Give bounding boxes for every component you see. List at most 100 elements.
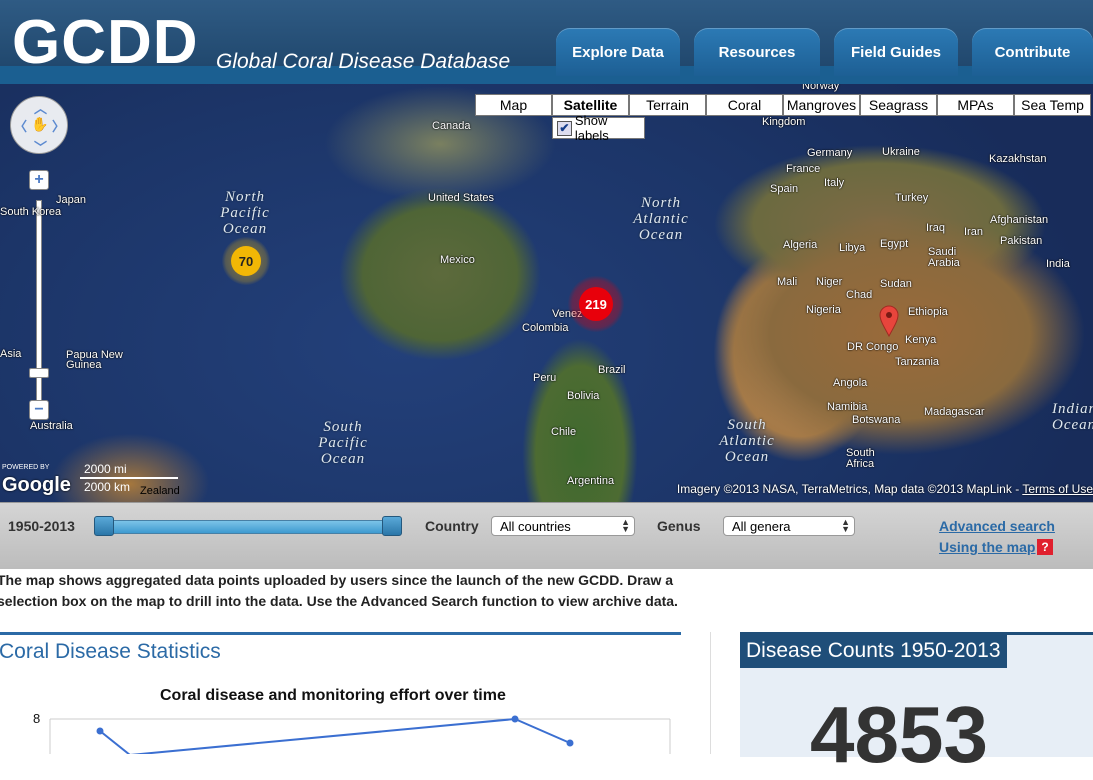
- place-label: DR Congo: [847, 341, 899, 353]
- place-label: Brazil: [598, 364, 626, 376]
- pan-down-icon[interactable]: ﹀: [34, 137, 47, 156]
- attribution-text: Imagery ©2013 NASA, TerraMetrics, Map da…: [676, 482, 1023, 496]
- place-label: Canada: [432, 120, 471, 132]
- map-view[interactable]: Map Satellite Terrain Coral Mangroves Se…: [0, 84, 1093, 502]
- place-label: Colombia: [522, 322, 569, 334]
- place-label: Australia: [30, 420, 73, 432]
- terms-of-use-link[interactable]: Terms of Use: [1022, 482, 1093, 496]
- place-label: Spain: [770, 183, 799, 195]
- place-label: Kingdom: [762, 116, 806, 128]
- place-label: Italy: [824, 177, 845, 189]
- place-label: Ukraine: [882, 146, 920, 158]
- place-label: Japan: [56, 194, 86, 206]
- site-logo[interactable]: GCDD: [12, 8, 199, 78]
- zoom-slider-rail[interactable]: [36, 200, 42, 410]
- using-the-map-link[interactable]: Using the map: [939, 539, 1035, 555]
- pan-left-icon[interactable]: 〈: [14, 116, 27, 135]
- nav-explore-data[interactable]: Explore Data: [556, 28, 680, 76]
- scale-bar: [80, 477, 178, 479]
- map-scale: 2000 mi 2000 km: [80, 462, 178, 496]
- map-cluster-marker[interactable]: 70: [231, 246, 261, 276]
- date-range-slider[interactable]: [96, 520, 402, 534]
- map-tab-coral[interactable]: Coral: [706, 94, 783, 116]
- place-label: Asia: [0, 348, 22, 360]
- scale-miles: 2000 mi: [84, 462, 127, 476]
- data-point[interactable]: [566, 739, 574, 747]
- map-tab-mpas[interactable]: MPAs: [937, 94, 1014, 116]
- nav-field-guides[interactable]: Field Guides: [834, 28, 958, 76]
- pan-up-icon[interactable]: ︿: [34, 98, 47, 117]
- google-logo[interactable]: Google: [2, 474, 71, 497]
- place-label: South Korea: [0, 206, 62, 218]
- place-label: Mali: [777, 276, 798, 288]
- place-label: Ethiopia: [908, 306, 948, 318]
- place-label: South Africa: [846, 447, 875, 470]
- genus-select[interactable]: All genera ▲ ▼: [723, 516, 855, 536]
- site-tagline: Global Coral Disease Database: [216, 50, 511, 73]
- place-label: Namibia: [827, 401, 868, 413]
- nav-contribute[interactable]: Contribute: [972, 28, 1093, 76]
- nav-resources[interactable]: Resources: [694, 28, 820, 76]
- advanced-search-link[interactable]: Advanced search: [939, 518, 1055, 534]
- place-label: Libya: [839, 242, 866, 254]
- date-range-label: 1950-2013: [8, 518, 75, 534]
- place-label: Niger: [816, 276, 843, 288]
- map-tab-seagrass[interactable]: Seagrass: [860, 94, 937, 116]
- map-tab-mangroves[interactable]: Mangroves: [783, 94, 860, 116]
- y-tick-label: 8: [33, 711, 40, 726]
- place-label: Iraq: [926, 222, 945, 234]
- country-select[interactable]: All countries ▲ ▼: [491, 516, 635, 536]
- place-label: Turkey: [895, 192, 929, 204]
- place-label: Germany: [807, 147, 853, 159]
- zoom-out-button[interactable]: −: [29, 400, 49, 420]
- place-label: Chad: [846, 289, 873, 301]
- show-labels-toggle[interactable]: ✔ Show labels: [552, 113, 645, 143]
- country-label: Country: [425, 518, 479, 534]
- hand-icon: ✋: [31, 116, 49, 132]
- place-label: Argentina: [567, 475, 615, 487]
- map-tab-sea-temp[interactable]: Sea Temp: [1014, 94, 1091, 116]
- place-label: Afghanistan: [990, 214, 1049, 226]
- checkbox-checked-icon[interactable]: ✔: [557, 120, 572, 136]
- date-range-end-handle[interactable]: [382, 516, 402, 536]
- map-attribution: Imagery ©2013 NASA, TerraMetrics, Map da…: [677, 482, 1093, 496]
- map-pin-icon[interactable]: [879, 305, 899, 337]
- site-header: GCDD Global Coral Disease Database Explo…: [0, 0, 1093, 84]
- data-point[interactable]: [96, 727, 104, 735]
- genus-select-value: All genera: [732, 518, 791, 534]
- place-label: Kazakhstan: [989, 153, 1047, 165]
- place-label: Nigeria: [806, 304, 841, 316]
- column-divider: [710, 632, 711, 754]
- map-tab-map[interactable]: Map: [475, 94, 552, 116]
- date-range-start-handle[interactable]: [94, 516, 114, 536]
- place-label: Sudan: [880, 278, 912, 290]
- place-label: Chile: [551, 426, 577, 438]
- zoom-in-button[interactable]: +: [29, 170, 49, 190]
- statistics-heading: Coral Disease Statistics: [0, 640, 221, 663]
- place-label: France: [786, 163, 821, 175]
- place-label: Algeria: [783, 239, 818, 251]
- data-point[interactable]: [511, 715, 519, 723]
- select-arrows-icon: ▲ ▼: [621, 517, 630, 534]
- place-label: Tanzania: [895, 356, 940, 368]
- ocean-label: South Pacific Ocean: [318, 419, 368, 467]
- zoom-slider-thumb[interactable]: [29, 368, 49, 378]
- map-cluster-marker[interactable]: 219: [579, 287, 613, 321]
- pan-right-icon[interactable]: 〉: [52, 116, 65, 135]
- place-label: Bolivia: [567, 390, 600, 402]
- pan-control[interactable]: ︿ ﹀ 〈 〉 ✋: [10, 96, 68, 156]
- help-icon[interactable]: ?: [1037, 539, 1053, 555]
- place-label: Kenya: [905, 334, 937, 346]
- powered-by-label: POWERED BY: [2, 464, 50, 471]
- filter-bar: 1950-2013 Country All countries ▲ ▼ Genus…: [0, 502, 1093, 569]
- genus-label: Genus: [657, 518, 701, 534]
- ocean-label: North Atlantic Ocean: [633, 195, 689, 243]
- place-label: Botswana: [852, 414, 901, 426]
- scale-km: 2000 km: [84, 480, 131, 494]
- disease-counts-title: Disease Counts 1950-2013: [740, 634, 1007, 668]
- select-arrows-icon: ▲ ▼: [841, 517, 850, 534]
- place-label: Mexico: [440, 254, 475, 266]
- place-label: United States: [428, 192, 495, 204]
- place-label: Angola: [833, 377, 868, 389]
- ocean-label: North Pacific Ocean: [220, 189, 270, 237]
